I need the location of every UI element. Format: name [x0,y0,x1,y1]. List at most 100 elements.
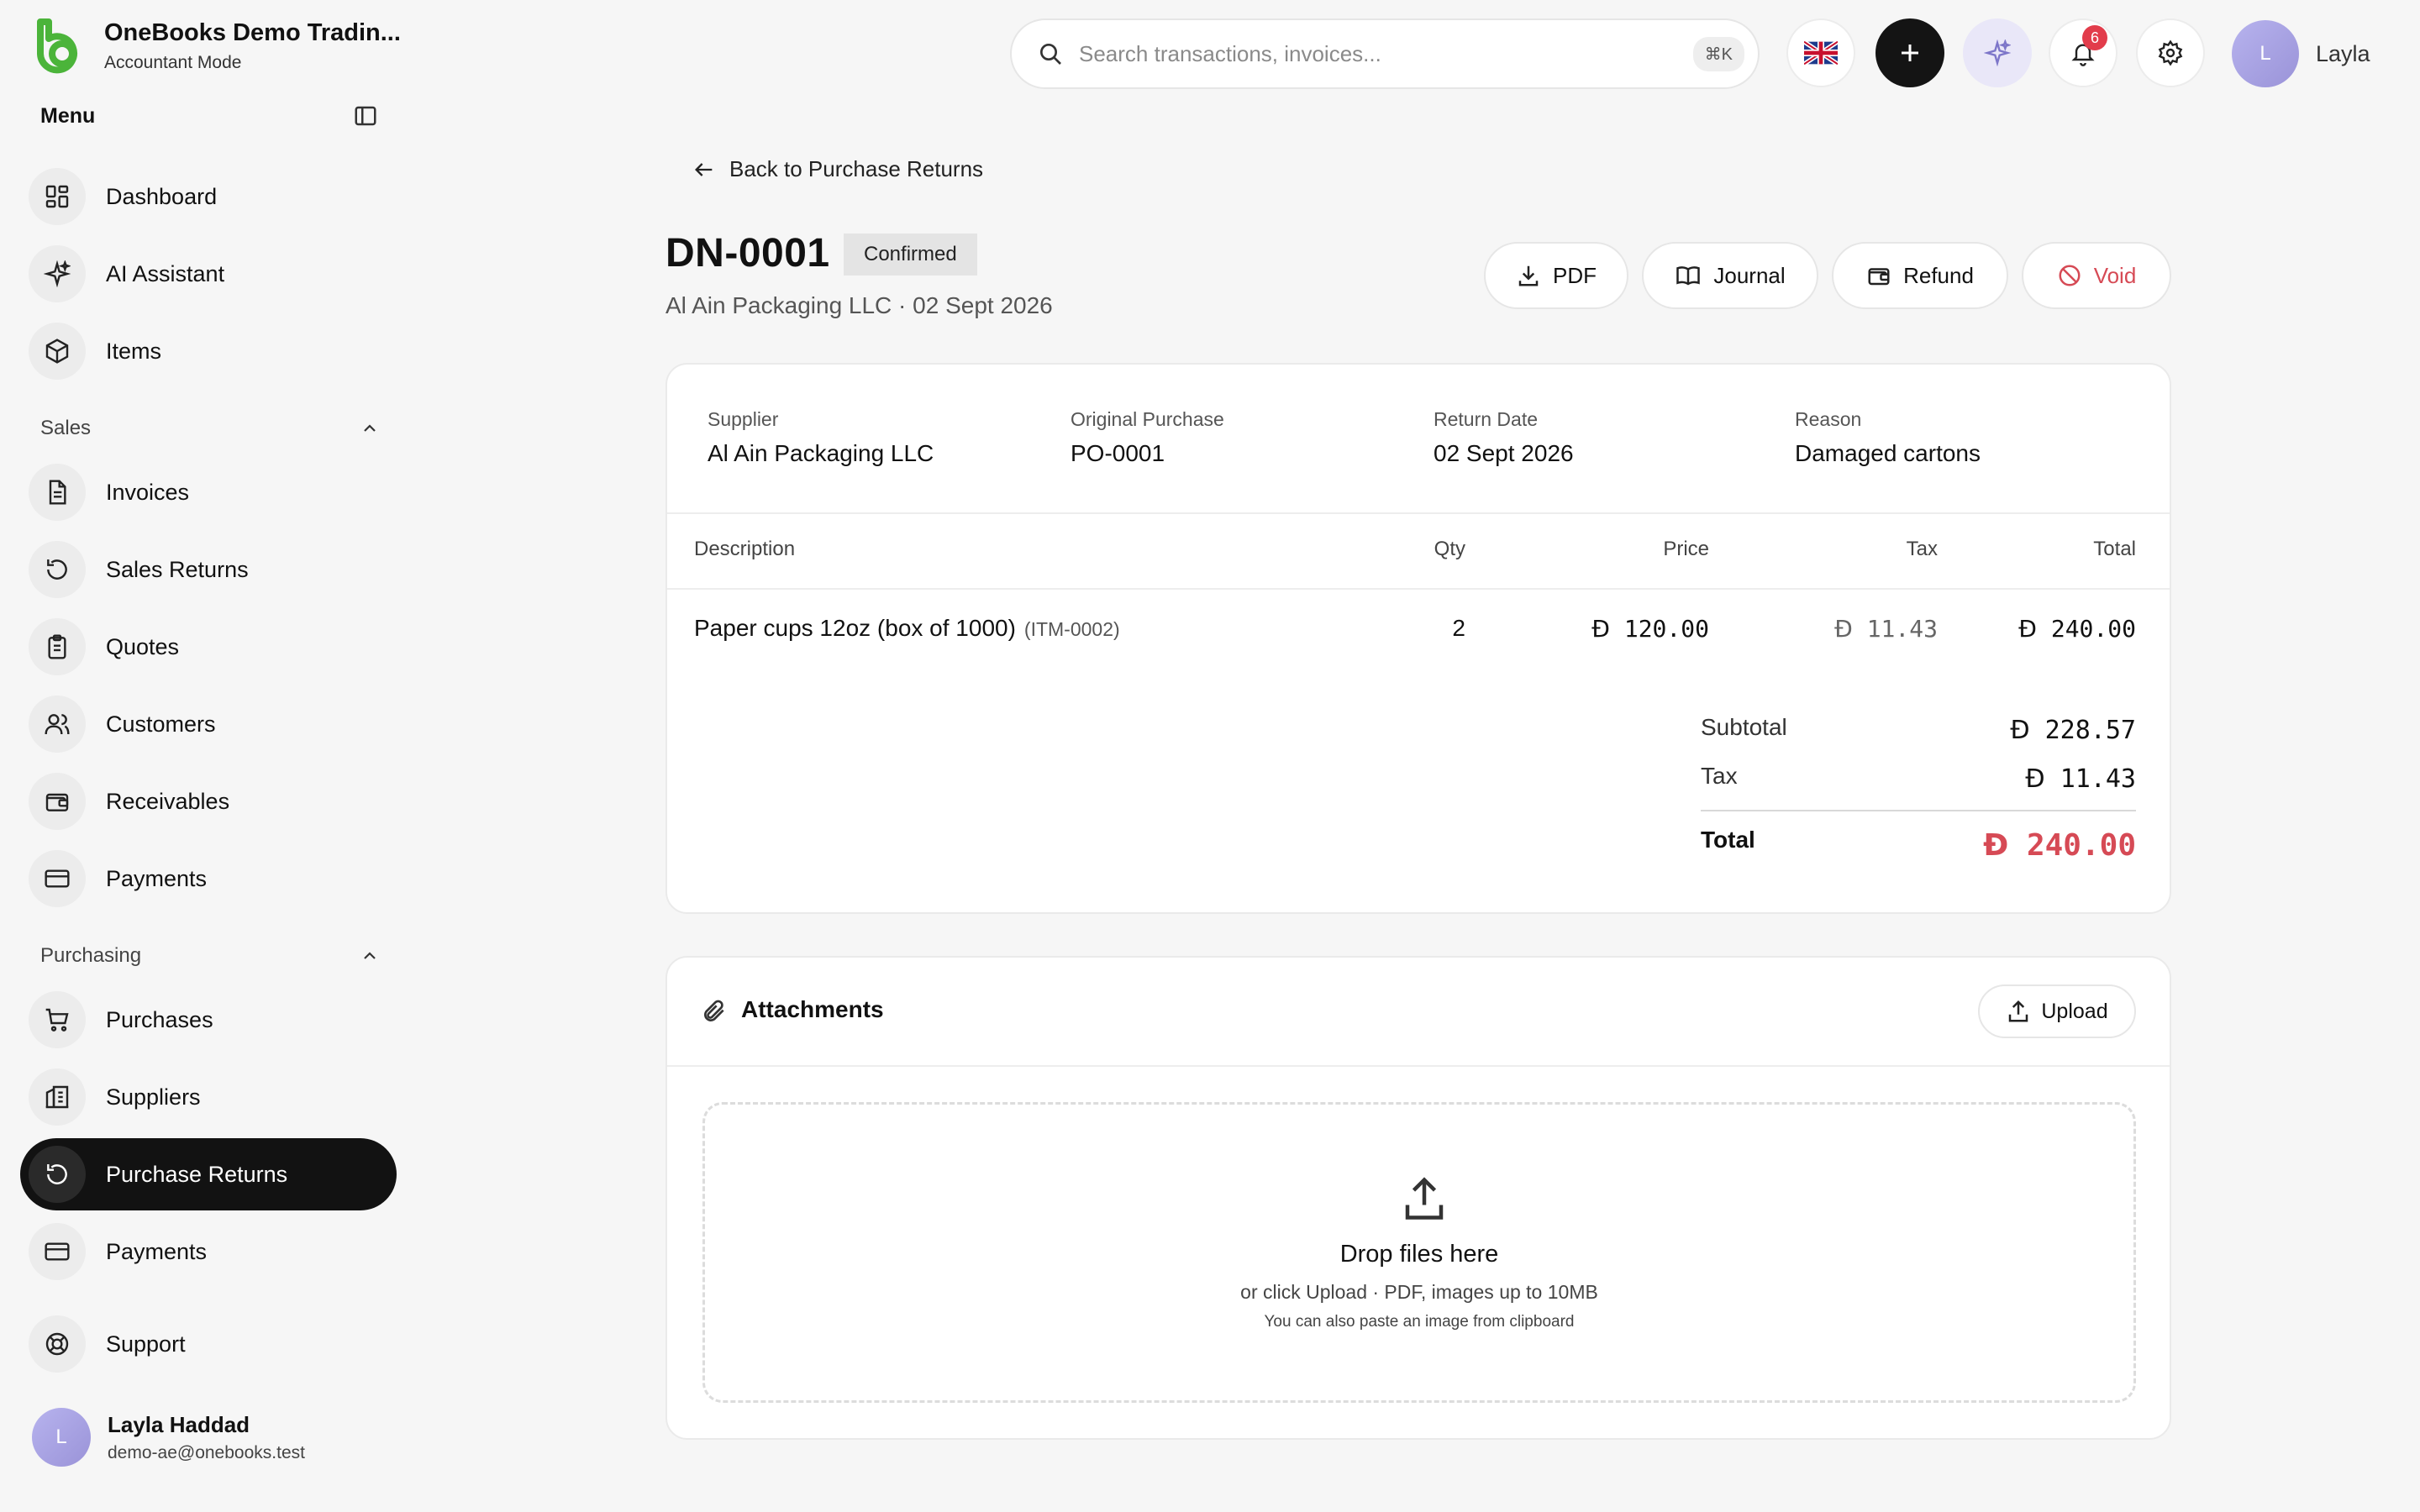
back-link[interactable]: Back to Purchase Returns [692,156,983,182]
tax-label: Tax [1701,763,1738,789]
section-sales[interactable]: Sales [40,413,380,444]
currency-symbol: Đ [1834,615,1853,643]
divider [667,1065,2170,1067]
journal-button[interactable]: Journal [1642,242,1818,309]
sidebar-item-ai-assistant[interactable]: AI Assistant [20,238,397,310]
wallet-icon [1868,268,1890,286]
users-icon [45,714,70,735]
item-name: Paper cups 12oz (box of 1000) [694,615,1016,641]
ban-icon [2059,265,2081,286]
ai-assistant-button[interactable] [1963,18,2032,87]
avatar: L [2232,20,2299,87]
section-purchasing[interactable]: Purchasing [40,941,380,971]
reason-value: Damaged cartons [1795,440,1981,466]
pdf-button[interactable]: PDF [1484,242,1628,309]
return-details-card: Supplier Al Ain Packaging LLC Original P… [666,363,2171,914]
chevron-up-icon [364,424,376,432]
sidebar-item-label: Purchase Returns [106,1161,288,1187]
item-code: (ITM-0002) [1023,618,1120,640]
return-date-value: 02 Sept 2026 [1434,440,1574,466]
column-header-qty: Qty [1434,538,1465,560]
void-button-label: Void [2093,262,2137,288]
collapse-sidebar-button[interactable] [351,102,380,130]
total-value: Đ 240.00 [1842,828,2136,863]
book-icon [1676,266,1701,286]
tax-value: Đ 11.43 [1884,764,2136,794]
return-icon [47,559,67,580]
avatar: L [32,1408,91,1467]
sidebar-item-purchases[interactable]: Purchases [20,984,397,1056]
menu-header: Menu [40,101,380,131]
plus-icon [1902,45,1918,61]
mode-label: Accountant Mode [104,53,242,72]
sidebar-item-sales-returns[interactable]: Sales Returns [20,533,397,606]
sidebar-item-label: Customers [106,711,216,737]
sidebar-item-customers[interactable]: Customers [20,688,397,760]
card-icon [45,1242,70,1261]
sidebar-item-dashboard[interactable]: Dashboard [20,160,397,233]
original-purchase-label: Original Purchase [1071,408,1224,430]
line-tax: Đ 11.43 [1728,615,1938,643]
uk-flag-icon [1804,41,1838,65]
cart-icon [45,1008,69,1032]
divider [667,512,2170,514]
total-amount: 240.00 [2026,828,2136,863]
user-email: demo-ae@onebooks.test [108,1442,305,1462]
sidebar-item-invoices[interactable]: Invoices [20,456,397,528]
sparkles-icon [1984,39,2011,66]
page-subtitle: Al Ain Packaging LLC · 02 Sept 2026 [666,292,1053,318]
upload-icon [1405,1177,1444,1220]
brand[interactable]: OneBooks Demo Tradin... Accountant Mode [32,17,401,74]
void-button[interactable]: Void [2022,242,2171,309]
search-input[interactable] [1079,40,1693,67]
user-name: Layla Haddad [108,1411,250,1437]
sidebar-item-label: Quotes [106,633,180,659]
box-icon [45,339,69,364]
section-label: Sales [40,417,92,439]
refund-button[interactable]: Refund [1832,242,2008,309]
sidebar-item-label: Payments [106,865,208,891]
currency-symbol: Đ [1983,828,2009,863]
sidebar: OneBooks Demo Tradin... Accountant Mode … [0,0,412,1512]
sidebar-item-suppliers[interactable]: Suppliers [20,1061,397,1133]
settings-button[interactable] [2136,18,2205,87]
upload-button-label: Upload [2041,999,2108,1023]
sidebar-item-items[interactable]: Items [20,315,397,387]
create-new-button[interactable] [1876,18,1944,87]
search-bar[interactable]: ⌘K [1010,18,1760,89]
dropzone-note: You can also paste an image from clipboa… [1264,1313,1575,1331]
currency-symbol: Đ [2025,764,2045,794]
pdf-button-label: PDF [1553,262,1597,288]
column-header-tax: Tax [1906,538,1938,560]
upload-button[interactable]: Upload [1978,984,2136,1038]
sidebar-item-quotes[interactable]: Quotes [20,611,397,683]
line-total-value: 240.00 [2050,615,2136,643]
column-header-price: Price [1663,538,1709,560]
account-menu[interactable]: L Layla [2232,20,2370,87]
sidebar-item-label: Support [106,1331,186,1357]
page-title: DN-0001 [666,231,830,276]
subtotal-amount: 228.57 [2044,716,2136,745]
sidebar-item-purchase-returns[interactable]: Purchase Returns [20,1138,397,1210]
clipboard-icon [48,634,66,659]
supplier-value: Al Ain Packaging LLC [708,440,934,466]
account-name: Layla [2316,40,2370,66]
section-label: Purchasing [40,944,142,967]
sidebar-item-payments-purchasing[interactable]: Payments [20,1215,397,1288]
column-header-total: Total [2093,538,2136,560]
language-button[interactable] [1786,18,1855,87]
user-profile[interactable]: L Layla Haddad demo-ae@onebooks.test [32,1408,305,1467]
sidebar-item-receivables[interactable]: Receivables [20,765,397,837]
sidebar-item-label: Suppliers [106,1084,201,1110]
supplier-label: Supplier [708,408,779,430]
sidebar-item-payments-sales[interactable]: Payments [20,843,397,915]
sidebar-item-label: Dashboard [106,183,218,209]
return-date-label: Return Date [1434,408,1539,430]
original-purchase-value: PO-0001 [1071,440,1165,466]
back-link-label: Back to Purchase Returns [729,156,984,181]
notifications-button[interactable]: 6 [2049,18,2118,87]
journal-button-label: Journal [1713,262,1786,288]
sidebar-item-support[interactable]: Support [20,1308,397,1380]
file-dropzone[interactable]: Drop files here or click Upload · PDF, i… [702,1102,2136,1403]
sidebar-item-label: Purchases [106,1006,213,1032]
